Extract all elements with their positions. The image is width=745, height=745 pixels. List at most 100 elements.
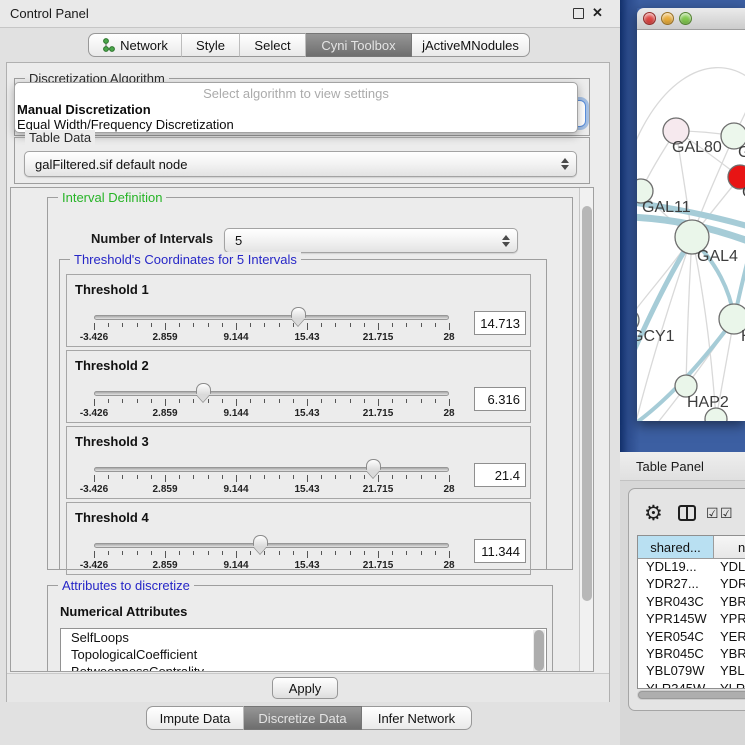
node-label-GAL11: GAL11 <box>642 199 691 216</box>
tab-impute-data[interactable]: Impute Data <box>146 706 244 730</box>
tab-cyni-toolbox-label: Cyni Toolbox <box>321 38 395 53</box>
slider-ticks <box>94 323 449 331</box>
tab-infer-network-label: Infer Network <box>378 711 455 726</box>
attributes-scrollbar-thumb[interactable] <box>534 630 544 671</box>
cell-shared-name: YDR27... <box>646 576 699 591</box>
node-label-GCY1: GCY1 <box>637 328 675 345</box>
threshold-slider-handle[interactable] <box>291 307 306 318</box>
threshold-slider-track[interactable] <box>94 467 449 472</box>
attribute-item[interactable]: SelfLoops <box>61 629 546 646</box>
table-row[interactable]: YER054CYER0 <box>638 629 745 646</box>
network-window-titlebar[interactable] <box>637 8 745 30</box>
network-edge[interactable] <box>637 419 716 421</box>
network-view[interactable]: GAL80GCGAL11GAL4GCY1HHAP2 <box>637 30 745 421</box>
tab-impute-data-label: Impute Data <box>160 711 231 726</box>
float-window-icon[interactable] <box>573 8 584 19</box>
cell-name: YLR3 <box>720 681 745 689</box>
table-horizontal-scrollbar[interactable] <box>637 690 745 700</box>
tab-infer-network[interactable]: Infer Network <box>362 706 472 730</box>
column-header-shared-name[interactable]: shared... <box>638 536 714 559</box>
table-rows: YDL19... YDL1 YDR27...YDR2YBR043CYBR0YPR14… <box>638 559 745 689</box>
threshold-label: Threshold 4 <box>75 510 149 525</box>
table-data-value: galFiltered.sif default node <box>35 157 187 172</box>
cell-name: YPR1 <box>720 611 745 626</box>
network-canvas[interactable]: GAL80GCGAL11GAL4GCY1HHAP2 <box>637 30 745 421</box>
slider-tick-labels: -3.4262.8599.14415.4321.71528 <box>94 560 449 572</box>
control-panel: Control Panel ✕ Network Style Select Cyn… <box>0 0 620 745</box>
attribute-item[interactable]: TopologicalCoefficient <box>61 646 546 663</box>
threshold-value-field[interactable]: 14.713 <box>474 311 526 335</box>
table-data-label: Table Data <box>25 130 95 145</box>
gear-icon[interactable]: ⚙ <box>644 501 663 526</box>
threshold-slider-track[interactable] <box>94 315 449 320</box>
apply-button[interactable]: Apply <box>272 677 338 699</box>
cell-name: YDL1 <box>720 559 745 574</box>
popup-option-manual-discretization[interactable]: Manual Discretization <box>17 102 151 117</box>
network-edge[interactable] <box>686 237 692 386</box>
attributes-to-discretize-group: Attributes to discretize Numerical Attri… <box>47 585 553 672</box>
column-header-name[interactable]: name <box>714 536 745 559</box>
table-horizontal-scrollbar-thumb[interactable] <box>638 691 745 699</box>
threshold-slider-track[interactable] <box>94 543 449 548</box>
numerical-attributes-list: SelfLoopsTopologicalCoefficientBetweenne… <box>60 628 547 672</box>
node-label-HAP2: HAP2 <box>687 394 729 411</box>
threshold-value-field[interactable]: 6.316 <box>474 387 526 411</box>
cell-name: YER0 <box>720 629 745 644</box>
deselect-all-checkbox-icon[interactable]: ☑ <box>720 505 733 522</box>
slider-tick-labels: -3.4262.8599.14415.4321.71528 <box>94 332 449 344</box>
table-data-combobox[interactable]: galFiltered.sif default node <box>24 151 577 177</box>
tab-style[interactable]: Style <box>182 33 240 57</box>
combo-stepper-icon <box>561 158 569 170</box>
table-row[interactable]: YBR043CYBR0 <box>638 594 745 611</box>
table-row[interactable]: YDR27...YDR2 <box>638 576 745 593</box>
threshold-value-field[interactable]: 21.4 <box>474 463 526 487</box>
tab-jactivemnodules-label: jActiveMNodules <box>422 38 519 53</box>
tab-network[interactable]: Network <box>88 33 182 57</box>
cell-shared-name: YBL079W <box>646 663 705 678</box>
combo-stepper-icon <box>502 235 510 247</box>
table-panel-title: Table Panel <box>636 459 704 474</box>
threshold-slider-track[interactable] <box>94 391 449 396</box>
tab-discretize-data[interactable]: Discretize Data <box>244 706 362 730</box>
tab-jactivemnodules[interactable]: jActiveMNodules <box>412 33 530 57</box>
network-window: GAL80GCGAL11GAL4GCY1HHAP2 <box>637 8 745 421</box>
table-row[interactable]: YBL079WYBL0 <box>638 663 745 680</box>
interval-definition-label: Interval Definition <box>58 190 166 205</box>
table-row[interactable]: YLR345WYLR3 <box>638 681 745 689</box>
threshold-slider-handle[interactable] <box>366 459 381 470</box>
threshold-slider-handle[interactable] <box>253 535 268 546</box>
table-row[interactable]: YPR145W YPR1 <box>638 611 745 628</box>
settings-scroll-area: Interval Definition Number of Intervals … <box>10 187 594 672</box>
table-row[interactable]: YBR045CYBR0 <box>638 646 745 663</box>
interval-definition-group: Interval Definition Number of Intervals … <box>47 197 573 570</box>
node-label-GAL80: GAL80 <box>672 139 722 156</box>
tab-discretize-data-label: Discretize Data <box>258 711 346 726</box>
tab-select[interactable]: Select <box>240 33 306 57</box>
attribute-item[interactable]: BetweennessCentrality <box>61 663 546 672</box>
minimize-traffic-light-icon[interactable] <box>661 12 674 25</box>
settings-scrollbar[interactable] <box>579 188 594 671</box>
table-row[interactable]: YDL19... YDL1 <box>638 559 745 576</box>
threshold-value-field[interactable]: 11.344 <box>474 539 526 563</box>
select-all-checkbox-icon[interactable]: ☑ <box>706 505 719 522</box>
threshold-label: Threshold 1 <box>75 282 149 297</box>
attributes-scrollbar[interactable] <box>533 630 545 671</box>
slider-ticks <box>94 551 449 559</box>
split-columns-icon[interactable] <box>678 505 696 521</box>
threshold-2-panel: Threshold 2-3.4262.8599.14415.4321.71528… <box>66 350 531 423</box>
cell-shared-name: YPR145W <box>646 611 707 626</box>
threshold-label: Threshold 2 <box>75 358 149 373</box>
tab-cyni-toolbox[interactable]: Cyni Toolbox <box>306 33 412 57</box>
bottom-tab-bar: Impute Data Discretize Data Infer Networ… <box>146 706 472 730</box>
threshold-4-panel: Threshold 4 -3.4262.8599.14415.4321.71528… <box>66 502 531 575</box>
cell-shared-name: YDL19... <box>646 559 697 574</box>
number-of-intervals-combobox[interactable]: 5 <box>224 228 518 253</box>
number-of-intervals-value: 5 <box>235 233 242 248</box>
settings-scrollbar-thumb[interactable] <box>582 206 592 601</box>
close-traffic-light-icon[interactable] <box>643 12 656 25</box>
threshold-1-panel: Threshold 1 -3.4262.8599.14415.4321.71528… <box>66 274 531 347</box>
close-icon[interactable]: ✕ <box>592 5 603 21</box>
cell-shared-name: YBR045C <box>646 646 704 661</box>
zoom-traffic-light-icon[interactable] <box>679 12 692 25</box>
threshold-slider-handle[interactable] <box>196 383 211 394</box>
